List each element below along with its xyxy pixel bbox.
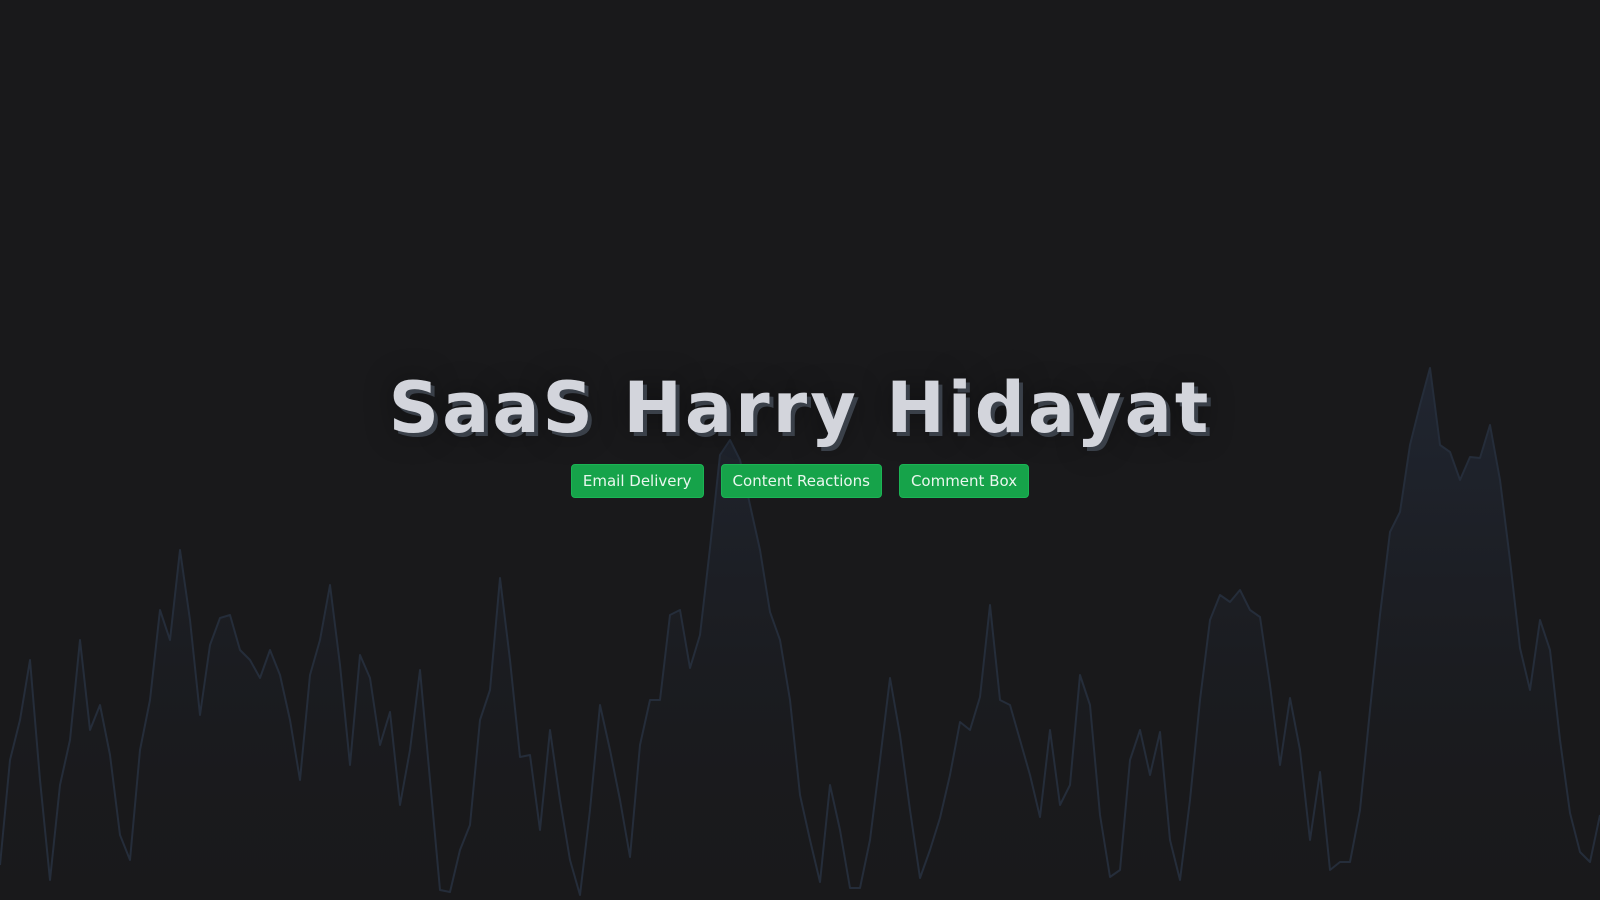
page: SaaS Harry Hidayat Email Delivery Conten…: [0, 0, 1600, 900]
page-title: SaaS Harry Hidayat: [388, 367, 1212, 449]
email-delivery-button[interactable]: Email Delivery: [570, 464, 704, 498]
feature-buttons: Email Delivery Content Reactions Comment…: [570, 464, 1030, 498]
hero: SaaS Harry Hidayat Email Delivery Conten…: [0, 366, 1600, 498]
comment-box-button[interactable]: Comment Box: [898, 464, 1030, 498]
content-reactions-button[interactable]: Content Reactions: [720, 464, 882, 498]
